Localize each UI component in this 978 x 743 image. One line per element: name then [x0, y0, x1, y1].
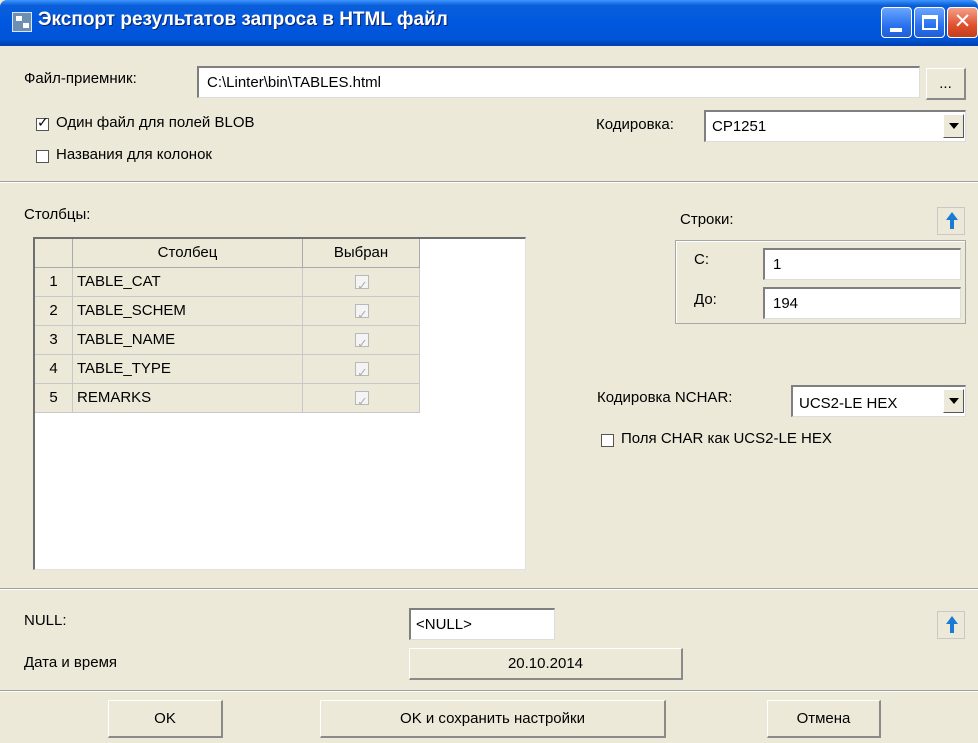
- browse-button[interactable]: ...: [926, 68, 966, 100]
- selected-cell[interactable]: [303, 297, 420, 326]
- blob-single-file-checkbox[interactable]: [36, 114, 49, 131]
- selected-checkbox[interactable]: [355, 359, 369, 383]
- file-target-label: Файл-приемник:: [24, 70, 137, 87]
- row-number: 2: [35, 297, 73, 326]
- null-label: NULL:: [24, 612, 67, 629]
- blob-single-file-label: Один файл для полей BLOB: [56, 114, 255, 131]
- rows-from-label: С:: [694, 251, 709, 268]
- rows-label: Строки:: [680, 211, 734, 228]
- row-number: 5: [35, 384, 73, 413]
- encoding-value: CP1251: [712, 118, 767, 135]
- column-header-name[interactable]: Столбец: [73, 239, 303, 268]
- column-header-selected[interactable]: Выбран: [303, 239, 420, 268]
- column-name-cell[interactable]: TABLE_CAT: [73, 268, 303, 297]
- ok-save-settings-button[interactable]: OK и сохранить настройки: [320, 700, 666, 738]
- selected-cell[interactable]: [303, 384, 420, 413]
- row-number: 4: [35, 355, 73, 384]
- rows-to-label: До:: [694, 291, 717, 308]
- separator: [0, 690, 978, 692]
- column-names-label: Названия для колонок: [56, 146, 212, 163]
- column-name-cell[interactable]: TABLE_SCHEM: [73, 297, 303, 326]
- maximize-button[interactable]: [914, 7, 945, 38]
- selected-checkbox[interactable]: [355, 388, 369, 412]
- ok-button[interactable]: OK: [108, 700, 223, 738]
- columns-label: Столбцы:: [24, 206, 91, 223]
- separator: [0, 181, 978, 183]
- nchar-encoding-value: UCS2-LE HEX: [799, 395, 898, 412]
- close-icon: ✕: [953, 10, 972, 33]
- char-as-ucs2-checkbox[interactable]: [601, 434, 614, 447]
- nchar-dropdown-button[interactable]: [943, 389, 964, 413]
- encoding-select[interactable]: CP1251: [704, 110, 966, 142]
- selected-checkbox[interactable]: [355, 272, 369, 296]
- selected-cell[interactable]: [303, 326, 420, 355]
- column-name-cell[interactable]: TABLE_NAME: [73, 326, 303, 355]
- file-target-input[interactable]: C:\Linter\bin\TABLES.html: [197, 66, 920, 98]
- char-as-ucs2-label: Поля CHAR как UCS2-LE HEX: [621, 430, 832, 447]
- datetime-label: Дата и время: [24, 654, 118, 671]
- encoding-label: Кодировка:: [596, 116, 674, 133]
- collapse-arrow-button[interactable]: [937, 207, 965, 235]
- row-number: 1: [35, 268, 73, 297]
- rows-to-input[interactable]: 194: [763, 287, 961, 319]
- null-collapse-button[interactable]: [937, 611, 965, 639]
- minimize-button[interactable]: [881, 7, 912, 38]
- column-name-cell[interactable]: TABLE_TYPE: [73, 355, 303, 384]
- rows-from-input[interactable]: 1: [763, 248, 961, 280]
- minimize-icon: [890, 28, 902, 32]
- null-value-input[interactable]: <NULL>: [409, 608, 555, 640]
- selected-cell[interactable]: [303, 355, 420, 384]
- title-bar[interactable]: Экспорт результатов запроса в HTML файл …: [0, 0, 978, 46]
- separator: [0, 588, 978, 590]
- column-name-cell[interactable]: REMARKS: [73, 384, 303, 413]
- column-names-checkbox[interactable]: [36, 150, 49, 163]
- nchar-encoding-select[interactable]: UCS2-LE HEX: [791, 385, 966, 417]
- selected-checkbox[interactable]: [355, 301, 369, 325]
- export-html-dialog: Экспорт результатов запроса в HTML файл …: [0, 0, 978, 743]
- cancel-button[interactable]: Отмена: [767, 700, 881, 738]
- selected-cell[interactable]: [303, 268, 420, 297]
- maximize-icon: [922, 15, 938, 30]
- window-title: Экспорт результатов запроса в HTML файл: [38, 9, 448, 30]
- columns-grid[interactable]: Столбец Выбран 1 TABLE_CAT 2 TABLE_SCHEM…: [33, 237, 526, 570]
- selected-checkbox[interactable]: [355, 330, 369, 354]
- close-button[interactable]: ✕: [947, 7, 978, 38]
- encoding-dropdown-button[interactable]: [943, 114, 964, 138]
- grid-corner: [35, 239, 73, 268]
- app-icon: [12, 12, 32, 32]
- nchar-encoding-label: Кодировка NCHAR:: [597, 389, 733, 406]
- row-number: 3: [35, 326, 73, 355]
- datetime-format-button[interactable]: 20.10.2014: [409, 648, 683, 680]
